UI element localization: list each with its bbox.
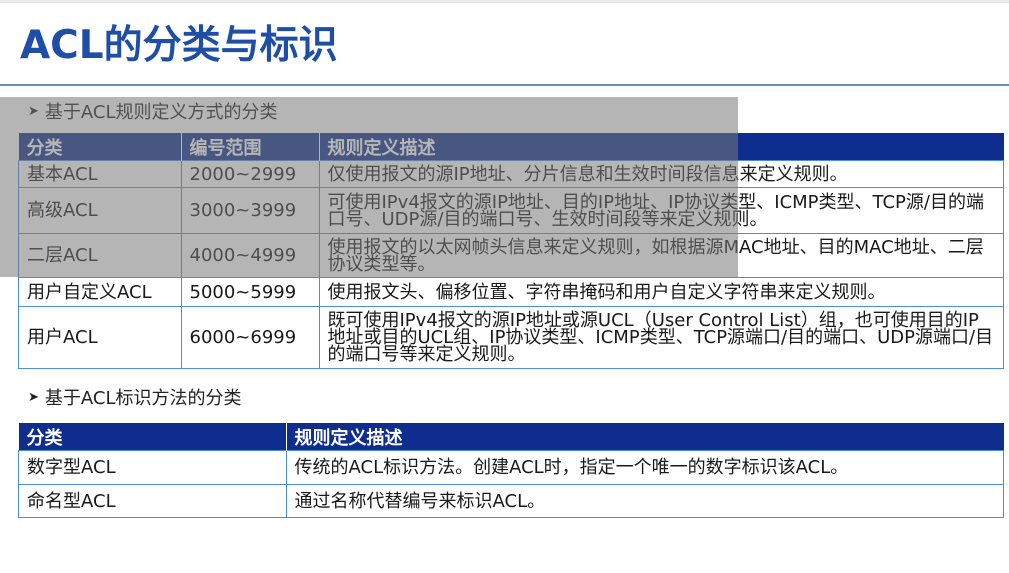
table-row: 数字型ACL 传统的ACL标识方法。创建ACL时，指定一个唯一的数字标识该ACL… [18, 450, 1004, 485]
section-heading-text: 基于ACL规则定义方式的分类 [44, 102, 278, 123]
cell-category: 用户ACL [18, 306, 182, 369]
cell-category: 二层ACL [18, 233, 182, 278]
cell-description: 使用报文头、偏移位置、字符串掩码和用户自定义字符串来定义规则。 [318, 277, 1004, 307]
cell-description: 使用报文的以太网帧头信息来定义规则，如根据源MAC地址、目的MAC地址、二层协议… [318, 233, 1004, 278]
cell-description: 通过名称代替编号来标识ACL。 [285, 484, 1004, 518]
table-header-row: 分类 规则定义描述 [18, 423, 1004, 451]
cell-range: 3000~3999 [180, 187, 320, 234]
column-header-description: 规则定义描述 [319, 133, 1004, 161]
cell-range: 2000~2999 [180, 160, 320, 188]
cell-range: 5000~5999 [180, 277, 320, 307]
table-header-row: 分类 编号范围 规则定义描述 [18, 133, 1004, 161]
cell-range: 4000~4999 [180, 233, 320, 278]
table-row: 高级ACL 3000~3999 可使用IPv4报文的源IP地址、目的IP地址、I… [18, 187, 1004, 234]
column-header-category: 分类 [18, 133, 182, 161]
table-row: 命名型ACL 通过名称代替编号来标识ACL。 [18, 484, 1004, 518]
cell-category: 命名型ACL [18, 484, 287, 518]
acl-definition-table: 分类 编号范围 规则定义描述 基本ACL 2000~2999 仅使用报文的源IP… [18, 133, 1004, 369]
table-row: 基本ACL 2000~2999 仅使用报文的源IP地址、分片信息和生效时间段信息… [18, 160, 1004, 188]
cell-description: 仅使用报文的源IP地址、分片信息和生效时间段信息来定义规则。 [318, 160, 1004, 188]
bullet-arrow-icon: ➤ [28, 389, 39, 405]
bullet-arrow-icon: ➤ [28, 103, 39, 119]
page-title: ACL的分类与标识 [20, 23, 338, 68]
acl-identification-table: 分类 规则定义描述 数字型ACL 传统的ACL标识方法。创建ACL时，指定一个唯… [18, 423, 1004, 518]
column-header-description: 规则定义描述 [286, 423, 1004, 451]
section-heading-identification: ➤ 基于ACL标识方法的分类 [28, 384, 242, 410]
column-header-range: 编号范围 [181, 133, 320, 161]
cell-description: 传统的ACL标识方法。创建ACL时，指定一个唯一的数字标识该ACL。 [285, 450, 1004, 485]
section-heading-text: 基于ACL标识方法的分类 [44, 388, 242, 409]
top-strip [0, 0, 1009, 3]
slide: ACL的分类与标识 ➤ 基于ACL规则定义方式的分类 分类 编号范围 规则定义描… [0, 0, 1009, 573]
cell-category: 数字型ACL [18, 450, 287, 485]
cell-category: 用户自定义ACL [18, 277, 182, 307]
table-row: 二层ACL 4000~4999 使用报文的以太网帧头信息来定义规则，如根据源MA… [18, 233, 1004, 278]
table-row: 用户自定义ACL 5000~5999 使用报文头、偏移位置、字符串掩码和用户自定… [18, 277, 1004, 307]
title-divider [0, 84, 1009, 86]
section-heading-definition: ➤ 基于ACL规则定义方式的分类 [28, 98, 278, 124]
cell-range: 6000~6999 [180, 306, 320, 369]
cell-description: 可使用IPv4报文的源IP地址、目的IP地址、IP协议类型、ICMP类型、TCP… [318, 187, 1004, 234]
cell-description: 既可使用IPv4报文的源IP地址或源UCL（User Control List）… [318, 306, 1004, 369]
cell-category: 基本ACL [18, 160, 182, 188]
cell-category: 高级ACL [18, 187, 182, 234]
column-header-category: 分类 [18, 423, 287, 451]
table-row: 用户ACL 6000~6999 既可使用IPv4报文的源IP地址或源UCL（Us… [18, 306, 1004, 369]
